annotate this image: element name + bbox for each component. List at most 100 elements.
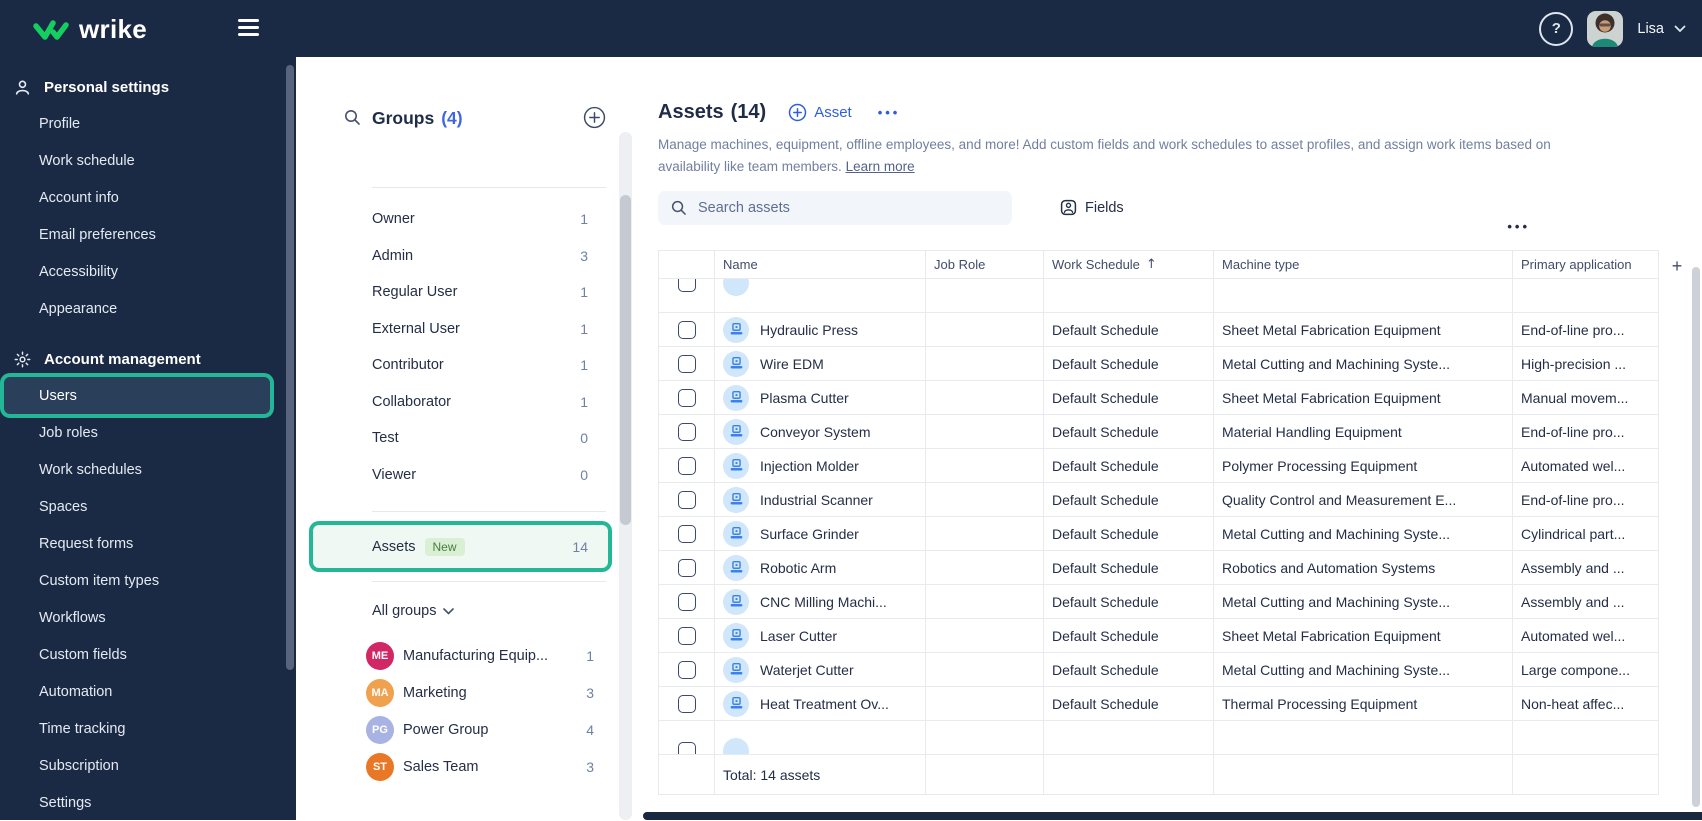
work-schedule-cell[interactable]: Default Schedule xyxy=(1044,415,1214,449)
machine-type-cell[interactable]: Quality Control and Measurement E... xyxy=(1214,483,1513,517)
table-row[interactable]: Waterjet Cutter Default Schedule Metal C… xyxy=(659,653,1659,687)
table-row[interactable]: Industrial Scanner Default Schedule Qual… xyxy=(659,483,1659,517)
machine-type-cell[interactable]: Metal Cutting and Machining Syste... xyxy=(1214,653,1513,687)
job-role-cell[interactable] xyxy=(926,313,1044,347)
sidebar-item[interactable]: Request forms xyxy=(0,525,296,562)
sidebar-item[interactable]: Spaces xyxy=(0,488,296,525)
row-checkbox[interactable] xyxy=(677,456,696,475)
row-checkbox[interactable] xyxy=(677,558,696,577)
table-row[interactable]: Surface Grinder Default Schedule Metal C… xyxy=(659,517,1659,551)
table-row[interactable]: Wire EDM Default Schedule Metal Cutting … xyxy=(659,347,1659,381)
table-row[interactable]: Heat Treatment Ov... Default Schedule Th… xyxy=(659,687,1659,721)
role-group-item[interactable]: Collaborator 1 xyxy=(372,384,588,421)
sidebar-item[interactable]: Account info xyxy=(0,179,296,216)
learn-more-link[interactable]: Learn more xyxy=(846,159,915,174)
user-group-item[interactable]: ST Sales Team 3 xyxy=(366,748,594,785)
user-group-item[interactable]: MA Marketing 3 xyxy=(366,674,594,711)
row-checkbox[interactable] xyxy=(677,592,696,611)
machine-type-cell[interactable]: Metal Cutting and Machining Syste... xyxy=(1214,517,1513,551)
role-group-item[interactable]: Viewer 0 xyxy=(372,457,588,494)
table-row-clipped-top[interactable] xyxy=(659,279,1659,313)
row-checkbox[interactable] xyxy=(677,388,696,407)
primary-application-cell[interactable]: End-of-line pro... xyxy=(1513,313,1659,347)
sidebar-item[interactable]: Email preferences xyxy=(0,216,296,253)
header-checkbox-cell[interactable] xyxy=(659,251,715,279)
add-group-icon[interactable] xyxy=(583,106,606,129)
job-role-cell[interactable] xyxy=(926,517,1044,551)
avatar[interactable] xyxy=(1587,10,1624,47)
role-group-item[interactable]: Test 0 xyxy=(372,420,588,457)
job-role-cell[interactable] xyxy=(926,449,1044,483)
table-row[interactable]: Injection Molder Default Schedule Polyme… xyxy=(659,449,1659,483)
table-row[interactable]: Conveyor System Default Schedule Materia… xyxy=(659,415,1659,449)
add-column-icon[interactable]: + xyxy=(1663,253,1691,279)
column-header-primary-application[interactable]: Primary application xyxy=(1513,251,1659,279)
column-header-name[interactable]: Name xyxy=(715,251,926,279)
user-name[interactable]: Lisa xyxy=(1637,21,1664,37)
search-input[interactable] xyxy=(696,198,1000,217)
row-checkbox[interactable] xyxy=(677,422,696,441)
row-checkbox[interactable] xyxy=(677,741,696,754)
work-schedule-cell[interactable]: Default Schedule xyxy=(1044,449,1214,483)
primary-application-cell[interactable]: Large compone... xyxy=(1513,653,1659,687)
row-checkbox[interactable] xyxy=(677,694,696,713)
primary-application-cell[interactable]: End-of-line pro... xyxy=(1513,415,1659,449)
sidebar-item[interactable]: Users xyxy=(4,377,270,414)
table-row[interactable]: Plasma Cutter Default Schedule Sheet Met… xyxy=(659,381,1659,415)
work-schedule-cell[interactable]: Default Schedule xyxy=(1044,619,1214,653)
primary-application-cell[interactable]: Non-heat affec... xyxy=(1513,687,1659,721)
table-row[interactable]: CNC Milling Machi... Default Schedule Me… xyxy=(659,585,1659,619)
row-checkbox[interactable] xyxy=(677,626,696,645)
job-role-cell[interactable] xyxy=(926,551,1044,585)
table-row[interactable]: Robotic Arm Default Schedule Robotics an… xyxy=(659,551,1659,585)
job-role-cell[interactable] xyxy=(926,619,1044,653)
primary-application-cell[interactable]: Automated wel... xyxy=(1513,449,1659,483)
user-group-item[interactable]: ME Manufacturing Equip... 1 xyxy=(366,637,594,674)
machine-type-cell[interactable]: Thermal Processing Equipment xyxy=(1214,687,1513,721)
job-role-cell[interactable] xyxy=(926,381,1044,415)
work-schedule-cell[interactable]: Default Schedule xyxy=(1044,551,1214,585)
row-checkbox[interactable] xyxy=(677,320,696,339)
job-role-cell[interactable] xyxy=(926,415,1044,449)
sidebar-item[interactable]: Accessibility xyxy=(0,253,296,290)
work-schedule-cell[interactable]: Default Schedule xyxy=(1044,653,1214,687)
add-asset-button[interactable]: Asset xyxy=(788,103,852,122)
table-more-icon[interactable]: ••• xyxy=(1507,220,1530,233)
table-horizontal-scrollbar[interactable] xyxy=(643,812,1702,820)
sidebar-section-personal[interactable]: Personal settings xyxy=(0,69,296,105)
sidebar-item[interactable]: Custom item types xyxy=(0,562,296,599)
machine-type-cell[interactable]: Polymer Processing Equipment xyxy=(1214,449,1513,483)
work-schedule-cell[interactable]: Default Schedule xyxy=(1044,347,1214,381)
assets-group-item[interactable]: Assets New 14 xyxy=(313,525,608,568)
primary-application-cell[interactable]: High-precision ... xyxy=(1513,347,1659,381)
row-checkbox[interactable] xyxy=(677,354,696,373)
primary-application-cell[interactable]: Automated wel... xyxy=(1513,619,1659,653)
primary-application-cell[interactable]: Manual movem... xyxy=(1513,381,1659,415)
job-role-cell[interactable] xyxy=(926,653,1044,687)
sidebar-item[interactable]: Settings xyxy=(0,784,296,821)
primary-application-cell[interactable]: Assembly and ... xyxy=(1513,585,1659,619)
machine-type-cell[interactable]: Robotics and Automation Systems xyxy=(1214,551,1513,585)
primary-application-cell[interactable]: End-of-line pro... xyxy=(1513,483,1659,517)
search-icon[interactable] xyxy=(343,108,361,126)
machine-type-cell[interactable]: Sheet Metal Fabrication Equipment xyxy=(1214,381,1513,415)
primary-application-cell[interactable]: Assembly and ... xyxy=(1513,551,1659,585)
role-group-item[interactable]: Contributor 1 xyxy=(372,347,588,384)
job-role-cell[interactable] xyxy=(926,347,1044,381)
sidebar-item[interactable]: Custom fields xyxy=(0,636,296,673)
table-vertical-scrollbar[interactable] xyxy=(1692,267,1700,807)
primary-application-cell[interactable]: Cylindrical part... xyxy=(1513,517,1659,551)
wrike-logo[interactable]: wrike xyxy=(33,14,147,45)
help-icon[interactable]: ? xyxy=(1539,11,1574,46)
work-schedule-cell[interactable]: Default Schedule xyxy=(1044,687,1214,721)
machine-type-cell[interactable]: Sheet Metal Fabrication Equipment xyxy=(1214,313,1513,347)
sidebar-item[interactable]: Appearance xyxy=(0,290,296,327)
assets-searchbox[interactable] xyxy=(658,190,1012,225)
sidebar-item[interactable]: Job roles xyxy=(0,414,296,451)
row-checkbox[interactable] xyxy=(677,490,696,509)
sidebar-item[interactable]: Profile xyxy=(0,105,296,142)
groups-scrollbar-thumb[interactable] xyxy=(620,195,631,525)
chevron-down-icon[interactable] xyxy=(1674,25,1686,33)
role-group-item[interactable]: Regular User 1 xyxy=(372,274,588,311)
row-checkbox[interactable] xyxy=(677,660,696,679)
